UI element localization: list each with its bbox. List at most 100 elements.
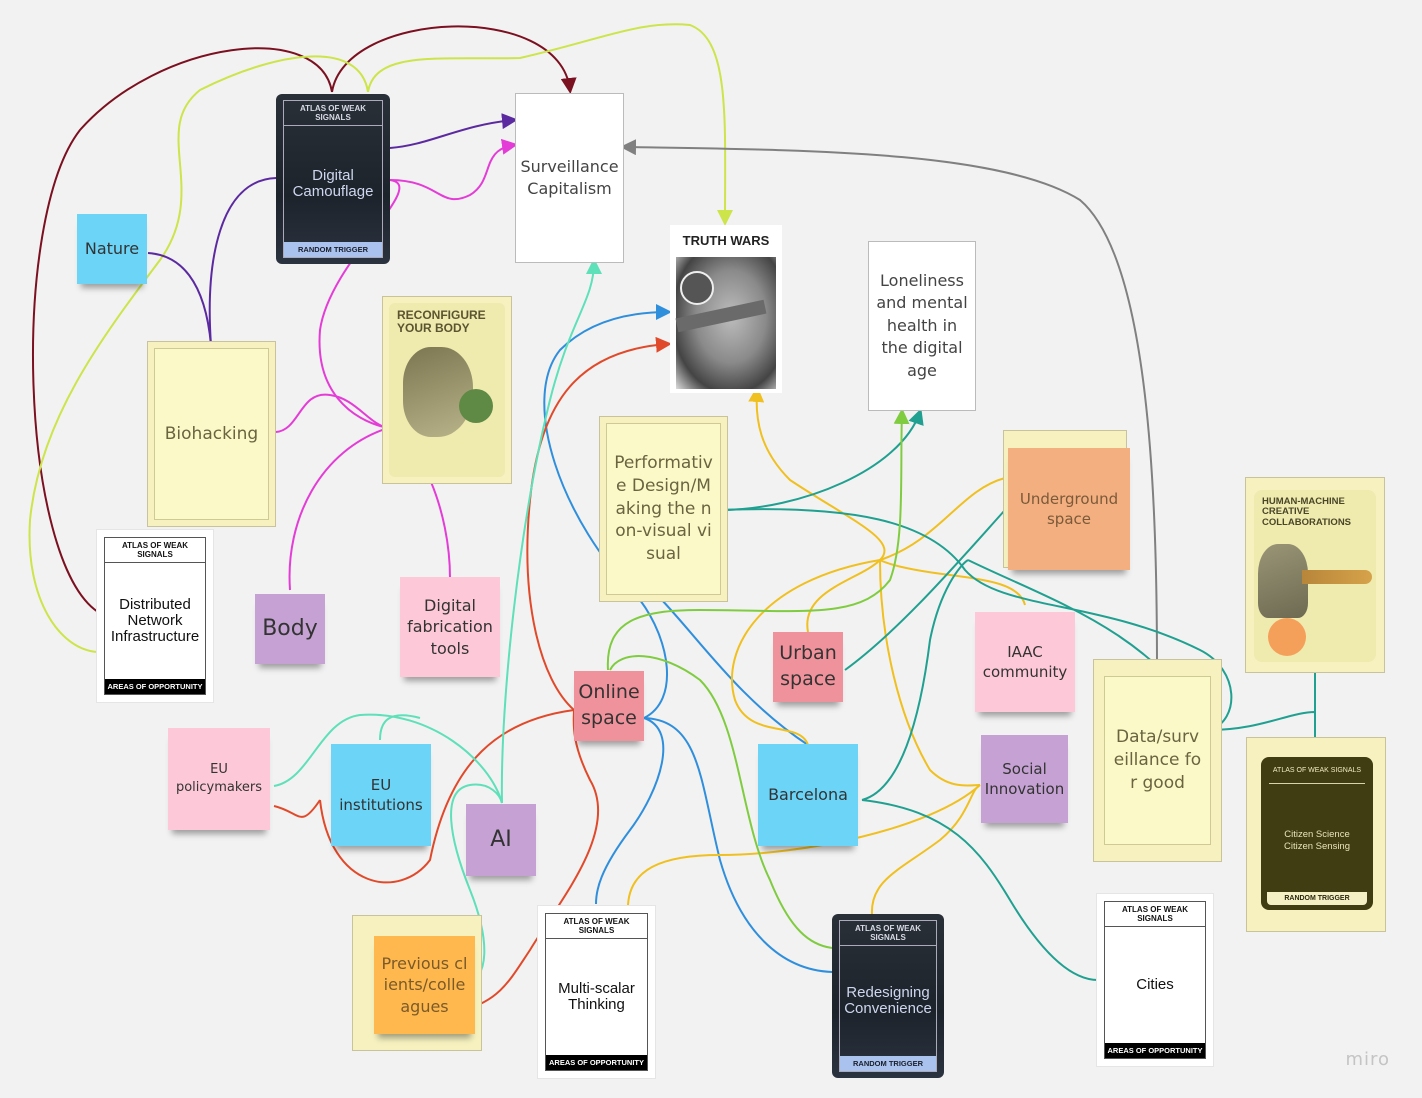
card-multi-scalar[interactable]: ATLAS OF WEAK SIGNALS Multi-scalar Think…: [538, 906, 655, 1078]
card-cities[interactable]: ATLAS OF WEAK SIGNALS Cities AREAS OF OP…: [1097, 894, 1213, 1066]
card-title: Distributed Network Infrastructure: [110, 596, 200, 645]
card-reconfigure-body[interactable]: RECONFIGURE YOUR BODY: [382, 296, 512, 484]
note-text: Body: [262, 616, 318, 642]
robot-illustration: [1258, 544, 1308, 618]
sticky-previous-clients[interactable]: Previous clients/colleagues: [374, 936, 475, 1034]
card-title: RECONFIGURE YOUR BODY: [397, 308, 486, 335]
frame-citizen-science[interactable]: ATLAS OF WEAK SIGNALS Citizen Science Ci…: [1246, 737, 1386, 932]
badge-circle-icon: [680, 271, 714, 305]
sticky-nature[interactable]: Nature: [77, 214, 147, 284]
miro-logo: miro: [1345, 1049, 1390, 1070]
tape-stripe: [675, 299, 767, 333]
frame-data-surveillance-good[interactable]: Data/surveillance for good: [1093, 659, 1222, 862]
link-social-yellow[interactable]: [879, 559, 981, 787]
link-eupolicy-euinst-red[interactable]: [273, 799, 321, 818]
head-illustration: [403, 347, 473, 437]
link-camouflage-surveillance-purple[interactable]: [389, 113, 518, 149]
card-citizen-science[interactable]: ATLAS OF WEAK SIGNALS Citizen Science Ci…: [1261, 757, 1373, 910]
frame-performative-design[interactable]: Performative Design/Making the non-visua…: [599, 416, 728, 602]
note-text: EU policymakers: [175, 762, 263, 795]
note-surveillance-capitalism[interactable]: Surveillance Capitalism: [515, 93, 624, 263]
link-barcelona-underground[interactable]: [731, 477, 1006, 746]
link-biohacking-reconfigure[interactable]: [275, 393, 389, 433]
link-biohacking-camouflage[interactable]: [208, 177, 277, 346]
note-text: Online space: [578, 681, 640, 729]
link-euinst-mint[interactable]: [379, 714, 421, 741]
note-text: Digital fabrication tools: [407, 595, 493, 658]
card-frame: ATLAS OF WEAK SIGNALS Redesigning Conven…: [839, 920, 937, 1072]
frame-biohacking[interactable]: Biohacking: [147, 341, 276, 527]
card-header: ATLAS OF WEAK SIGNALS: [1105, 902, 1205, 927]
note-text: AI: [490, 827, 512, 853]
card-human-machine[interactable]: HUMAN-MACHINE CREATIVE COLLABORATIONS: [1245, 477, 1385, 673]
card-title: Redesigning Convenience: [844, 983, 932, 1017]
card-footer: AREAS OF OPPORTUNITY: [105, 679, 205, 694]
card-title: Citizen Science Citizen Sensing: [1283, 829, 1350, 852]
poster-image-face: [675, 257, 776, 389]
note-text: Social Innovation: [984, 759, 1065, 798]
card-header: ATLAS OF WEAK SIGNALS: [1272, 767, 1362, 774]
link-body-reconfigure[interactable]: [288, 427, 389, 591]
badge-circle-icon: [459, 389, 493, 423]
sticky-social-innovation[interactable]: Social Innovation: [981, 735, 1068, 823]
link-performative-loneliness[interactable]: [719, 408, 924, 511]
card-header: ATLAS OF WEAK SIGNALS: [284, 101, 382, 126]
note-text: Barcelona: [768, 785, 848, 805]
note-text: Performative Design/Making the non-visua…: [606, 423, 721, 595]
card-header: ATLAS OF WEAK SIGNALS: [546, 914, 647, 939]
sticky-barcelona[interactable]: Barcelona: [758, 744, 858, 846]
card-frame: ATLAS OF WEAK SIGNALS Distributed Networ…: [104, 537, 206, 695]
link-online-multiscalar[interactable]: [595, 717, 665, 905]
card-face: RECONFIGURE YOUR BODY: [389, 303, 505, 477]
card-title: Digital Camouflage: [292, 166, 374, 200]
card-title: TRUTH WARS: [682, 233, 770, 248]
note-text: EU institutions: [339, 775, 423, 814]
note-text: Previous clients/colleagues: [381, 953, 468, 1016]
frame-previous-clients[interactable]: Previous clients/colleagues: [352, 915, 482, 1051]
note-loneliness[interactable]: Loneliness and mental health in the digi…: [868, 241, 976, 411]
badge-circle-icon: [1268, 618, 1306, 656]
card-redesigning-convenience[interactable]: ATLAS OF WEAK SIGNALS Redesigning Conven…: [832, 914, 944, 1078]
card-truth-wars[interactable]: TRUTH WARS: [670, 225, 782, 393]
sticky-urban-space[interactable]: Urban space: [773, 632, 843, 702]
note-text: Urban space: [779, 642, 837, 690]
sticky-eu-institutions[interactable]: EU institutions: [331, 744, 431, 846]
note-text: Data/surveillance for good: [1104, 676, 1211, 845]
sticky-eu-policymakers[interactable]: EU policymakers: [168, 728, 270, 830]
miro-board[interactable]: ATLAS OF WEAK SIGNALS Digital Camouflage…: [0, 0, 1422, 1098]
card-frame: ATLAS OF WEAK SIGNALS Cities AREAS OF OP…: [1104, 901, 1206, 1059]
card-title: Multi-scalar Thinking: [558, 980, 635, 1013]
link-camouflage-surveillance-magenta[interactable]: [389, 138, 518, 201]
sticky-online-space[interactable]: Online space: [574, 671, 644, 741]
frame-underground-space[interactable]: Underground space: [1003, 430, 1130, 570]
trumpet-illustration: [1302, 570, 1372, 584]
note-text: Surveillance Capitalism: [520, 156, 619, 198]
card-digital-camouflage[interactable]: ATLAS OF WEAK SIGNALS Digital Camouflage…: [276, 94, 390, 264]
card-header: ATLAS OF WEAK SIGNALS: [840, 921, 936, 946]
sticky-underground-space[interactable]: Underground space: [1008, 448, 1130, 570]
note-text: Underground space: [1019, 489, 1119, 528]
sticky-body[interactable]: Body: [255, 594, 325, 664]
card-title: Cities: [1136, 976, 1174, 994]
card-distributed-network[interactable]: ATLAS OF WEAK SIGNALS Distributed Networ…: [97, 530, 213, 702]
sticky-ai[interactable]: AI: [466, 804, 536, 876]
sticky-iaac-community[interactable]: IAAC community: [975, 612, 1075, 712]
card-frame: ATLAS OF WEAK SIGNALS Multi-scalar Think…: [545, 913, 648, 1071]
card-frame: ATLAS OF WEAK SIGNALS Digital Camouflage…: [283, 100, 383, 258]
link-barcelona-underground-teal[interactable]: [861, 559, 969, 801]
link-camouflage-surveillance[interactable]: [331, 25, 577, 94]
card-title: HUMAN-MACHINE CREATIVE COLLABORATIONS: [1262, 496, 1352, 528]
note-text: Loneliness and mental health in the digi…: [876, 271, 968, 380]
note-text: IAAC community: [982, 642, 1068, 681]
card-header: ATLAS OF WEAK SIGNALS: [105, 538, 205, 563]
link-nature-camouflage[interactable]: [147, 252, 212, 346]
card-footer: AREAS OF OPPORTUNITY: [546, 1055, 647, 1070]
sticky-digital-fabrication[interactable]: Digital fabrication tools: [400, 577, 500, 677]
link-urban-truthwars[interactable]: [748, 386, 886, 633]
card-footer: RANDOM TRIGGER: [840, 1056, 936, 1071]
card-footer: AREAS OF OPPORTUNITY: [1105, 1043, 1205, 1058]
card-footer: RANDOM TRIGGER: [284, 242, 382, 257]
note-text: Biohacking: [154, 348, 269, 520]
note-text: Nature: [84, 239, 140, 259]
link-redesigning-social[interactable]: [870, 784, 981, 916]
